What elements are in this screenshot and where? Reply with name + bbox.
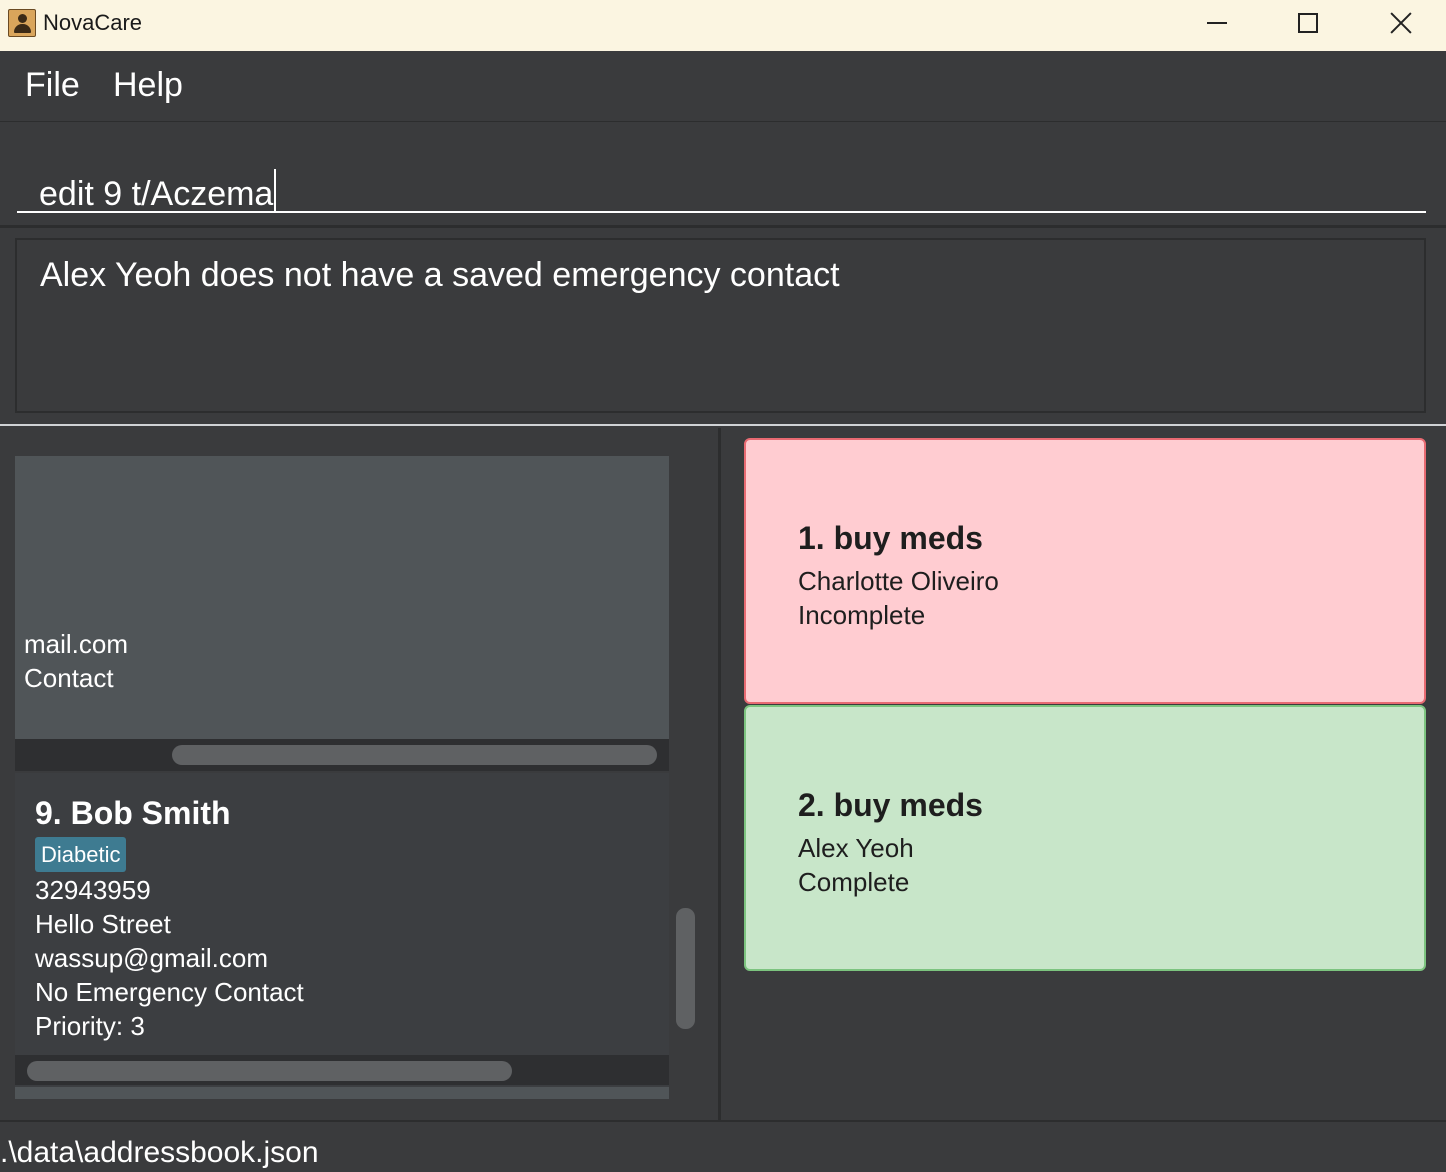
person-tag: Diabetic xyxy=(35,837,127,872)
menu-help[interactable]: Help xyxy=(113,66,183,105)
person-list-panel: mail.com Contact 9. Bob Smith Diabetic 3… xyxy=(0,428,721,1120)
app-contact-icon xyxy=(8,9,36,37)
next-card-edge xyxy=(15,1087,669,1099)
text-caret xyxy=(274,169,277,213)
card-horizontal-scrollbar[interactable] xyxy=(15,739,669,771)
main-content: mail.com Contact 9. Bob Smith Diabetic 3… xyxy=(0,428,1446,1120)
list-vertical-scrollbar[interactable] xyxy=(676,908,695,1029)
minimize-button[interactable] xyxy=(1172,0,1262,46)
result-display[interactable]: Alex Yeoh does not have a saved emergenc… xyxy=(15,238,1426,413)
maximize-icon xyxy=(1298,13,1318,33)
task-card-complete[interactable]: 2. buy meds Alex Yeoh Complete xyxy=(744,705,1426,971)
person-email-fragment: mail.com xyxy=(24,629,129,659)
person-name: 9. Bob Smith xyxy=(35,795,231,831)
person-emergency-contact: No Emergency Contact xyxy=(35,977,304,1007)
result-panel: Alex Yeoh does not have a saved emergenc… xyxy=(0,225,1446,426)
title-bar: NovaCare xyxy=(0,0,1446,51)
menu-file[interactable]: File xyxy=(25,66,80,105)
task-title: 1. buy meds xyxy=(798,520,983,556)
close-icon xyxy=(1389,11,1413,35)
task-status: Complete xyxy=(798,867,910,897)
maximize-button[interactable] xyxy=(1263,0,1353,46)
person-contact-fragment: Contact xyxy=(24,663,114,693)
scrollbar-thumb[interactable] xyxy=(27,1061,512,1081)
task-person: Alex Yeoh xyxy=(798,833,914,863)
window-title: NovaCare xyxy=(43,10,143,35)
command-value: edit 9 t/Aczema xyxy=(39,175,274,213)
save-file-path: .\data\addressbook.json xyxy=(0,1136,319,1169)
person-card[interactable]: 9. Bob Smith Diabetic 32943959 Hello Str… xyxy=(15,773,669,1095)
person-email: wassup@gmail.com xyxy=(35,943,269,973)
task-status: Incomplete xyxy=(798,600,926,630)
result-message: Alex Yeoh does not have a saved emergenc… xyxy=(40,256,840,294)
close-button[interactable] xyxy=(1356,0,1446,46)
person-address: Hello Street xyxy=(35,909,171,939)
command-input-text: edit 9 t/Aczema xyxy=(39,169,277,214)
person-card-partial[interactable]: mail.com Contact xyxy=(15,456,669,771)
status-bar: .\data\addressbook.json xyxy=(0,1120,1446,1172)
task-card-incomplete[interactable]: 1. buy meds Charlotte Oliveiro Incomplet… xyxy=(744,438,1426,704)
command-area: edit 9 t/Aczema xyxy=(0,122,1446,225)
card-horizontal-scrollbar[interactable] xyxy=(15,1055,669,1085)
menu-bar: File Help xyxy=(0,51,1446,122)
command-input[interactable]: edit 9 t/Aczema xyxy=(17,141,1426,213)
person-priority: Priority: 3 xyxy=(35,1011,145,1041)
task-person: Charlotte Oliveiro xyxy=(798,566,999,596)
person-list[interactable]: mail.com Contact 9. Bob Smith Diabetic 3… xyxy=(15,453,669,1099)
scrollbar-thumb[interactable] xyxy=(172,745,657,765)
person-phone: 32943959 xyxy=(35,875,151,905)
task-title: 2. buy meds xyxy=(798,787,983,823)
minimize-icon xyxy=(1207,22,1227,24)
